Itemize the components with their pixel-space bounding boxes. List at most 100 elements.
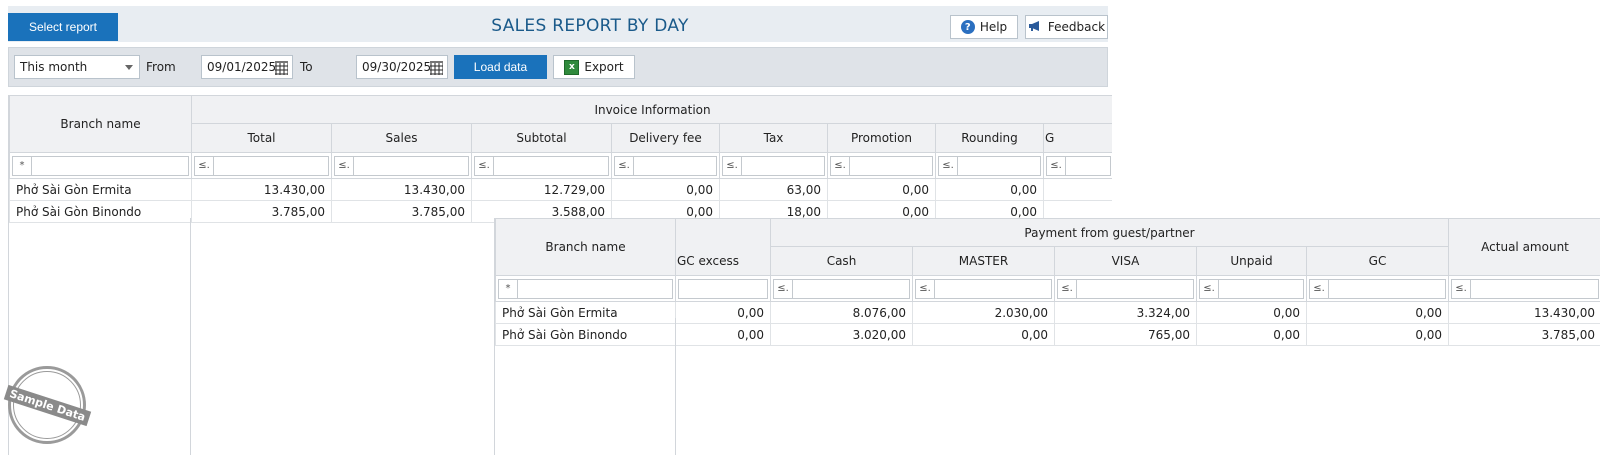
sample-data-stamp: Sample Data — [3, 366, 91, 444]
filter-operator[interactable]: ≤. — [475, 156, 494, 175]
actual-amount-cell: 13.430,00 — [1448, 301, 1600, 324]
filter-operator[interactable]: ≤. — [831, 156, 850, 175]
filter-operator[interactable]: ≤. — [335, 156, 354, 175]
filter-sales-input[interactable]: ≤. — [334, 155, 469, 176]
gc-excess-cell: 0,00 — [675, 301, 771, 324]
filter-gc-input[interactable]: ≤. — [1309, 278, 1447, 299]
period-value: This month — [20, 60, 88, 74]
column-header-unpaid[interactable]: Unpaid — [1196, 246, 1307, 276]
help-label: Help — [979, 20, 1008, 34]
feedback-button[interactable]: Feedback — [1025, 15, 1108, 39]
filter-operator[interactable]: ≤. — [1047, 156, 1066, 175]
column-header-promotion[interactable]: Promotion — [827, 123, 936, 153]
period-select[interactable]: This month — [14, 55, 140, 79]
megaphone-icon — [1028, 20, 1043, 35]
filter-gc-excess-input[interactable] — [678, 278, 768, 299]
stamp-ring: Sample Data — [3, 371, 91, 439]
export-button[interactable]: x Export — [553, 55, 635, 79]
actual-amount-cell: 3.785,00 — [1448, 323, 1600, 346]
filter-operator[interactable]: ≤. — [939, 156, 958, 175]
filter-rounding-input[interactable]: ≤. — [938, 155, 1041, 176]
column-header-tax[interactable]: Tax — [719, 123, 828, 153]
column-header-sales[interactable]: Sales — [331, 123, 472, 153]
filter-truncated-input[interactable]: ≤. — [1046, 155, 1112, 176]
help-button[interactable]: ? Help — [950, 15, 1018, 39]
chevron-down-icon — [125, 65, 133, 70]
filter-delivery-input[interactable]: ≤. — [614, 155, 717, 176]
column-header-branch: Branch name — [495, 218, 676, 276]
column-header-subtotal[interactable]: Subtotal — [471, 123, 612, 153]
visa-cell: 765,00 — [1054, 323, 1197, 346]
group-header-payment: Payment from guest/partner — [769, 218, 1450, 247]
column-header-gc[interactable]: GC — [1305, 246, 1450, 276]
filter-branch-input[interactable]: * — [498, 278, 673, 299]
to-date-value: 09/30/2025 — [362, 60, 432, 74]
unpaid-cell: 0,00 — [1196, 323, 1307, 346]
filter-operator[interactable]: * — [13, 156, 32, 175]
feedback-label: Feedback — [1047, 20, 1106, 34]
filter-visa-input[interactable]: ≤. — [1057, 278, 1194, 299]
filter-cash-input[interactable]: ≤. — [773, 278, 910, 299]
column-header-master[interactable]: MASTER — [912, 246, 1055, 276]
filter-tax-input[interactable]: ≤. — [722, 155, 825, 176]
filter-row: * ≤. ≤. ≤. ≤. ≤. ≤. ≤. ≤. — [9, 152, 1112, 179]
group-header-invoice: Invoice Information — [190, 95, 1112, 124]
calendar-icon[interactable] — [430, 61, 443, 75]
from-date-field[interactable]: 09/01/2025 — [201, 55, 293, 79]
filter-branch-input[interactable]: * — [12, 155, 189, 176]
column-header-delivery-fee[interactable]: Delivery fee — [611, 123, 720, 153]
filter-master-input[interactable]: ≤. — [915, 278, 1052, 299]
filter-actual-input[interactable]: ≤. — [1451, 278, 1600, 299]
filter-operator[interactable]: ≤. — [916, 279, 935, 298]
column-header-actual-amount[interactable]: Actual amount — [1448, 218, 1600, 276]
table-row[interactable]: Phở Sài Gòn Ermita 0,00 8.076,00 2.030,0… — [495, 301, 1600, 324]
total-cell: 13.430,00 — [191, 178, 332, 201]
filter-operator[interactable]: ≤. — [1452, 279, 1472, 298]
filter-operator[interactable]: ≤. — [1200, 279, 1219, 298]
from-label: From — [146, 60, 176, 74]
visa-cell: 3.324,00 — [1054, 301, 1197, 324]
filter-operator[interactable]: ≤. — [1310, 279, 1329, 298]
gc-excess-header-top — [675, 218, 771, 247]
branch-cell: Phở Sài Gòn Binondo — [495, 323, 676, 346]
column-header-visa[interactable]: VISA — [1054, 246, 1197, 276]
load-data-button[interactable]: Load data — [454, 55, 547, 79]
cash-cell: 8.076,00 — [770, 301, 913, 324]
stamp-text: Sample Data — [3, 384, 91, 426]
rounding-cell: 0,00 — [935, 178, 1044, 201]
to-label: To — [300, 60, 313, 74]
filter-operator[interactable]: ≤. — [774, 279, 793, 298]
filter-unpaid-input[interactable]: ≤. — [1199, 278, 1304, 299]
column-header-cash[interactable]: Cash — [770, 246, 913, 276]
delivery-fee-cell: 0,00 — [611, 178, 720, 201]
payment-table: Branch name Payment from guest/partner A… — [494, 218, 1600, 455]
column-header-total[interactable]: Total — [191, 123, 332, 153]
filter-total-input[interactable]: ≤. — [194, 155, 329, 176]
table-row[interactable]: Phở Sài Gòn Ermita 13.430,00 13.430,00 1… — [9, 178, 1112, 201]
filter-promotion-input[interactable]: ≤. — [830, 155, 933, 176]
select-report-button[interactable]: Select report — [8, 13, 118, 41]
from-date-value: 09/01/2025 — [207, 60, 277, 74]
promotion-cell: 0,00 — [827, 178, 936, 201]
page-title: SALES REPORT BY DAY — [491, 16, 689, 36]
filter-row: * ≤. ≤. ≤. ≤. ≤. ≤. — [495, 275, 1600, 302]
sales-cell: 13.430,00 — [331, 178, 472, 201]
filter-operator[interactable]: ≤. — [723, 156, 742, 175]
gc-cell: 0,00 — [1305, 323, 1450, 346]
to-date-field[interactable]: 09/30/2025 — [356, 55, 448, 79]
export-label: Export — [584, 60, 624, 74]
master-cell: 0,00 — [912, 323, 1055, 346]
column-header-gc-excess[interactable]: GC excess — [675, 246, 771, 276]
branch-cell: Phở Sài Gòn Ermita — [495, 301, 676, 324]
branch-cell: Phở Sài Gòn Ermita — [9, 178, 192, 201]
filter-operator[interactable]: ≤. — [195, 156, 214, 175]
filter-operator[interactable]: * — [499, 279, 518, 298]
filter-operator[interactable]: ≤. — [615, 156, 634, 175]
table-row[interactable]: Phở Sài Gòn Binondo 0,00 3.020,00 0,00 7… — [495, 323, 1600, 346]
column-header-truncated[interactable]: G — [1042, 123, 1112, 153]
calendar-icon[interactable] — [275, 61, 288, 75]
master-cell: 2.030,00 — [912, 301, 1055, 324]
filter-operator[interactable]: ≤. — [1058, 279, 1077, 298]
column-header-rounding[interactable]: Rounding — [935, 123, 1044, 153]
filter-subtotal-input[interactable]: ≤. — [474, 155, 609, 176]
